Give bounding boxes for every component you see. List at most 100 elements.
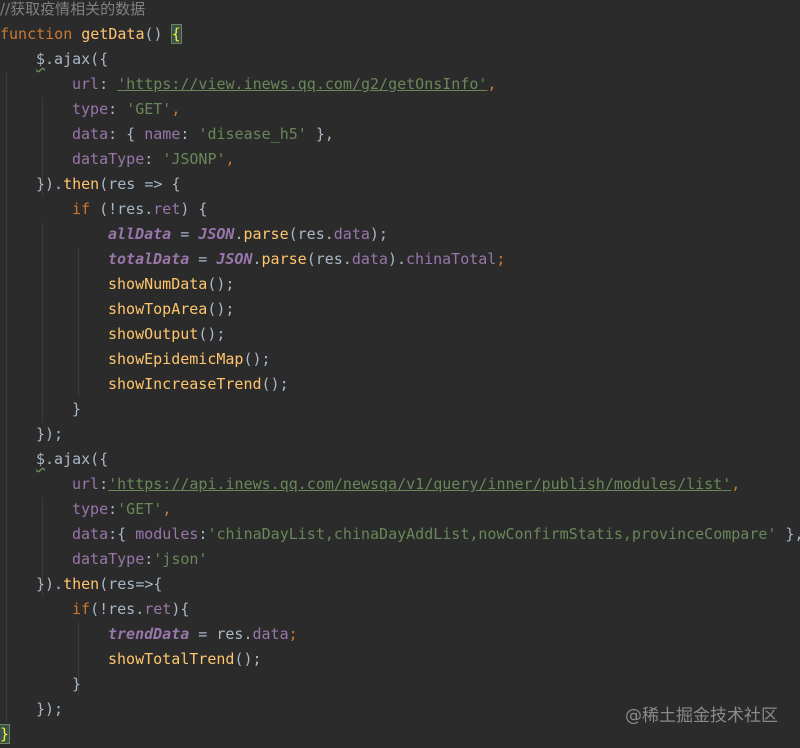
code-editor[interactable]: //获取疫情相关的数据 function getData() {$.ajax({u… xyxy=(0,0,800,748)
code-line[interactable]: url:'https://api.inews.qq.com/newsqa/v1/… xyxy=(72,472,740,497)
code-line[interactable]: trendData = res.data; xyxy=(108,622,298,647)
code-token: } xyxy=(72,400,82,418)
code-token: (!res. xyxy=(90,200,154,218)
code-token: 'GET' xyxy=(126,100,172,118)
code-line[interactable]: if(!res.ret){ xyxy=(72,597,189,622)
code-line[interactable]: } xyxy=(72,672,81,697)
code-line[interactable]: function getData() { xyxy=(0,22,182,47)
code-line[interactable]: } xyxy=(72,397,81,422)
code-token: : xyxy=(180,125,199,143)
code-token: , xyxy=(162,500,172,518)
code-token: = xyxy=(189,250,217,268)
code-token: (res. xyxy=(306,250,352,268)
code-token: : { xyxy=(108,125,145,143)
code-token: 'https://view.inews.qq.com/g2/getOnsInfo… xyxy=(117,75,488,93)
code-token: data xyxy=(252,625,289,643)
code-token: trendData xyxy=(108,625,190,643)
code-line[interactable]: $.ajax({ xyxy=(36,47,108,72)
code-token: totalData xyxy=(108,250,190,268)
code-line[interactable]: }); xyxy=(36,422,63,447)
code-line[interactable]: url: 'https://view.inews.qq.com/g2/getOn… xyxy=(72,72,496,97)
code-token: (); xyxy=(234,650,262,668)
code-line[interactable]: showNumData(); xyxy=(108,272,234,297)
code-token: = res. xyxy=(189,625,253,643)
code-token: (!res. xyxy=(90,600,145,618)
code-token: ) { xyxy=(180,200,208,218)
code-token: data xyxy=(72,525,109,543)
code-line[interactable]: dataType: 'JSONP', xyxy=(72,147,235,172)
code-token: : xyxy=(144,550,154,568)
code-token: function xyxy=(0,25,73,43)
watermark: @稀土掘金技术社区 xyxy=(625,706,778,726)
code-line[interactable]: //获取疫情相关的数据 xyxy=(0,0,145,22)
code-token: ret xyxy=(153,200,181,218)
code-line[interactable]: showTotalTrend(); xyxy=(108,647,262,672)
code-line[interactable]: data:{ modules:'chinaDayList,chinaDayAdd… xyxy=(72,522,800,547)
code-token: url xyxy=(72,75,100,93)
code-token: , xyxy=(731,475,741,493)
code-line[interactable]: showTopArea(); xyxy=(108,297,234,322)
code-token: chinaTotal xyxy=(406,250,497,268)
code-token: 'https://api.inews.qq.com/newsqa/v1/quer… xyxy=(108,475,732,493)
code-token: , xyxy=(171,100,181,118)
code-token: : xyxy=(99,75,118,93)
code-token: = xyxy=(171,225,199,243)
code-token: JSON xyxy=(216,250,253,268)
code-line[interactable]: if (!res.ret) { xyxy=(72,197,207,222)
code-line[interactable]: type:'GET', xyxy=(72,497,171,522)
code-token: JSON xyxy=(198,225,235,243)
code-token: data xyxy=(351,250,388,268)
code-line[interactable]: data: { name: 'disease_h5' }, xyxy=(72,122,334,147)
code-token: if xyxy=(72,600,91,618)
code-line[interactable]: allData = JSON.parse(res.data); xyxy=(108,222,388,247)
indent-guide xyxy=(78,247,79,397)
code-token: (res => { xyxy=(99,175,181,193)
code-token: data xyxy=(333,225,370,243)
code-token: showIncreaseTrend xyxy=(108,375,262,393)
code-line[interactable]: } xyxy=(0,722,11,747)
code-token: (); xyxy=(207,300,235,318)
code-token: }); xyxy=(36,425,64,443)
code-token: showNumData xyxy=(108,275,208,293)
code-token: dataType xyxy=(72,150,145,168)
code-token: .ajax({ xyxy=(45,450,109,468)
code-token: ); xyxy=(369,225,388,243)
code-token: type xyxy=(72,100,109,118)
code-token: }). xyxy=(36,175,64,193)
code-line[interactable]: showOutput(); xyxy=(108,322,225,347)
code-token: $ xyxy=(36,450,46,468)
code-token: dataType xyxy=(72,550,145,568)
code-line[interactable]: showIncreaseTrend(); xyxy=(108,372,289,397)
code-token: } xyxy=(0,724,11,744)
code-token: (); xyxy=(243,350,271,368)
code-token: : xyxy=(144,150,163,168)
code-token: }); xyxy=(36,700,64,718)
code-token: : xyxy=(108,500,118,518)
code-token: then xyxy=(63,175,100,193)
code-token: 'GET' xyxy=(117,500,163,518)
code-token: () xyxy=(144,25,172,43)
code-token: { xyxy=(170,24,182,44)
code-line[interactable]: }).then(res => { xyxy=(36,172,181,197)
code-line[interactable]: $.ajax({ xyxy=(36,447,108,472)
code-token: (); xyxy=(261,375,289,393)
code-token: ). xyxy=(387,250,407,268)
code-token: 'JSONP' xyxy=(162,150,226,168)
code-token: if xyxy=(72,200,91,218)
code-token: 'disease_h5' xyxy=(198,125,307,143)
code-line[interactable]: }).then(res=>{ xyxy=(36,572,162,597)
code-line[interactable]: showEpidemicMap(); xyxy=(108,347,271,372)
code-token: allData xyxy=(108,225,172,243)
code-token: (res=>{ xyxy=(99,575,163,593)
code-token: (); xyxy=(207,275,235,293)
code-line[interactable]: type: 'GET', xyxy=(72,97,180,122)
code-token: showEpidemicMap xyxy=(108,350,244,368)
code-line[interactable]: }); xyxy=(36,697,63,722)
code-token: then xyxy=(63,575,100,593)
code-line[interactable]: totalData = JSON.parse(res.data).chinaTo… xyxy=(108,247,505,272)
code-token: ){ xyxy=(171,600,190,618)
code-token: showTopArea xyxy=(108,300,208,318)
code-line[interactable]: dataType:'json' xyxy=(72,547,207,572)
code-token: url xyxy=(72,475,100,493)
